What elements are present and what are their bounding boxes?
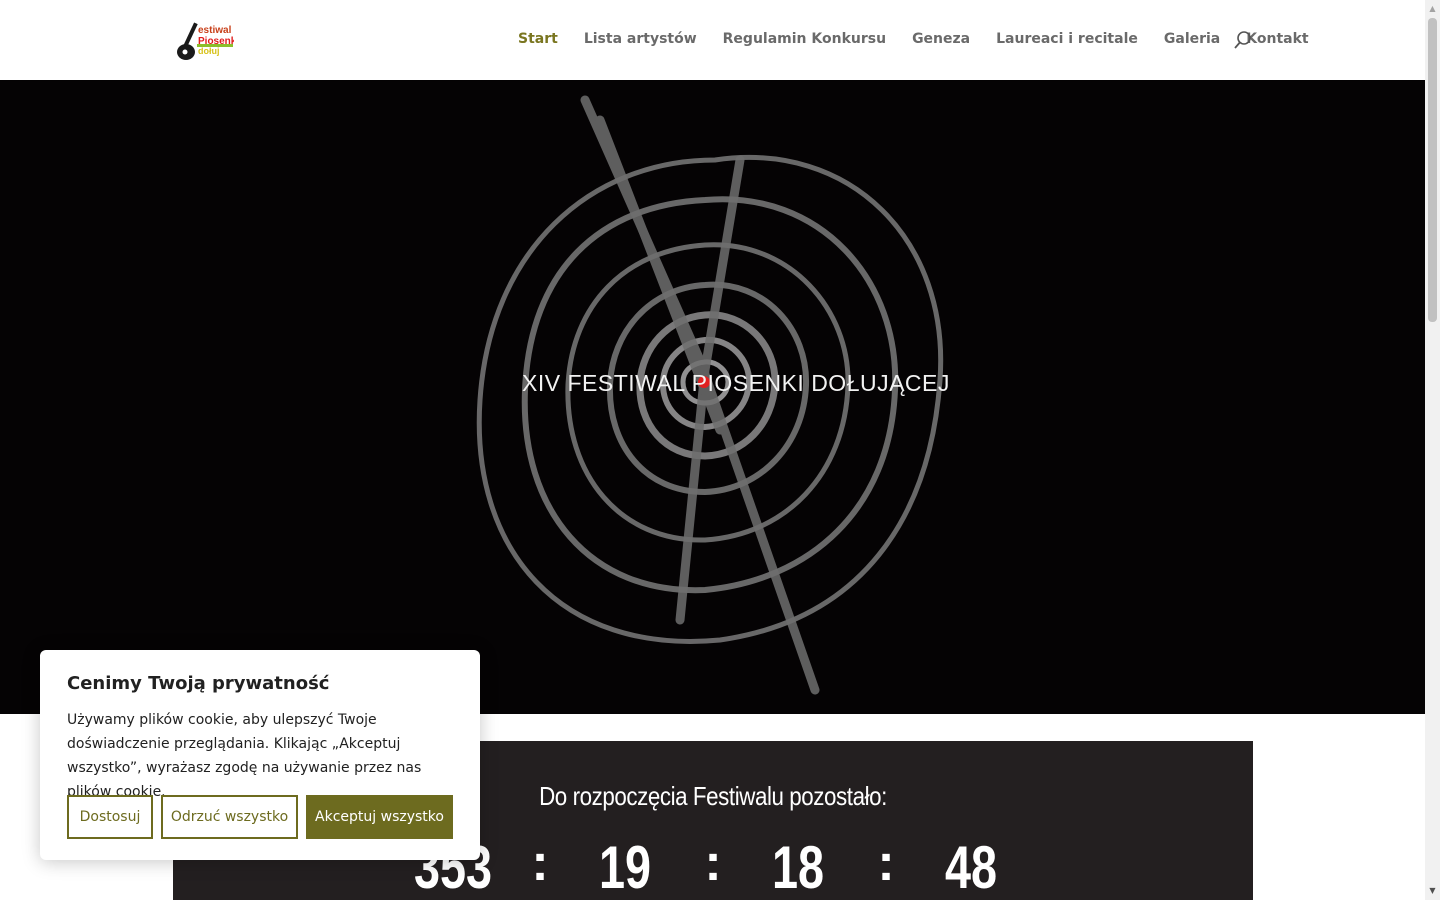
page-scrollbar[interactable]: ▲ ▼ [1425, 0, 1440, 900]
cookie-consent-banner: Cenimy Twoją prywatność Używamy plików c… [40, 650, 480, 860]
scroll-thumb[interactable] [1428, 18, 1437, 322]
nav-item-genesis[interactable]: Geneza [912, 31, 970, 47]
hero-banner: XIV FESTIWAL PIOSENKI DOŁUJĄCEJ [0, 80, 1425, 714]
nav-item-start[interactable]: Start [518, 31, 558, 47]
countdown-seconds: 48 [944, 834, 998, 900]
nav-item-contact[interactable]: Kontakt [1246, 31, 1308, 47]
site-header: estiwal Piosenki dołuj Start Lista artys… [0, 0, 1425, 80]
nav-item-gallery[interactable]: Galeria [1164, 31, 1220, 47]
countdown-separator: : [531, 834, 549, 892]
scroll-up-arrow-icon[interactable]: ▲ [1425, 2, 1440, 16]
nav-item-rules[interactable]: Regulamin Konkursu [723, 31, 886, 47]
site-logo[interactable]: estiwal Piosenki dołuj [174, 16, 239, 64]
reject-all-button[interactable]: Odrzuć wszystko [161, 795, 298, 839]
accept-all-button[interactable]: Akceptuj wszystko [306, 795, 453, 839]
main-nav: Start Lista artystów Regulamin Konkursu … [518, 31, 1335, 47]
nav-item-laureates[interactable]: Laureaci i recitale [996, 31, 1138, 47]
cookie-text: Używamy plików cookie, aby ulepszyć Twoj… [67, 712, 422, 800]
countdown-minutes: 18 [771, 834, 825, 900]
countdown-separator: : [704, 834, 722, 892]
hero-spiral-artwork [476, 95, 944, 695]
customize-button[interactable]: Dostosuj [67, 795, 153, 839]
svg-text:estiwal: estiwal [198, 25, 232, 36]
svg-text:dołuj: dołuj [198, 46, 220, 56]
scroll-down-arrow-icon[interactable]: ▼ [1425, 884, 1440, 898]
countdown-separator: : [877, 834, 895, 892]
cookie-title: Cenimy Twoją prywatność [67, 673, 330, 694]
nav-item-artists[interactable]: Lista artystów [584, 31, 697, 47]
hero-title: XIV FESTIWAL PIOSENKI DOŁUJĄCEJ [522, 370, 950, 396]
search-icon[interactable] [1233, 30, 1253, 50]
logo-guitar-icon: estiwal Piosenki dołuj [177, 22, 239, 60]
countdown-hours: 19 [598, 834, 652, 900]
